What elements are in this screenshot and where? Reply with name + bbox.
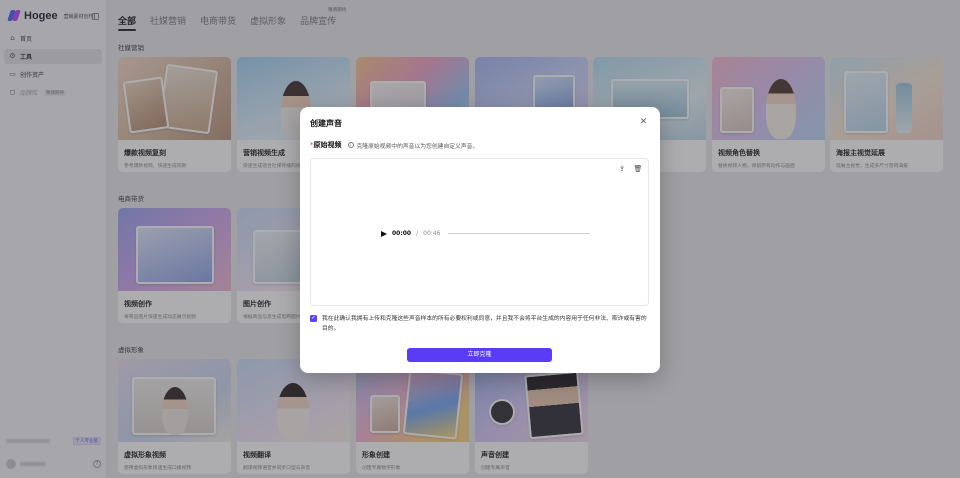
source-video-field: *原始视频 i 克隆原始视频中的声音以为您创建自定义声音。 <box>310 140 478 150</box>
current-time: 00:00 <box>392 230 412 237</box>
dialog-title: 创建声音 <box>310 119 342 128</box>
create-voice-dialog: 创建声音 ✕ *原始视频 i 克隆原始视频中的声音以为您创建自定义声音。 ⇪ 🗑… <box>300 107 660 373</box>
audio-preview: ⇪ 🗑 00:00 / 00:46 <box>310 158 649 306</box>
clone-now-button[interactable]: 立即克隆 <box>407 348 552 362</box>
upload-icon[interactable]: ⇪ <box>617 164 627 174</box>
consent-text: 我在此确认我拥有上传和克隆这些声音样本的所有必要权利或同意，并且我不会将平台生成… <box>322 316 647 332</box>
time-separator: / <box>416 230 419 237</box>
audio-player: 00:00 / 00:46 <box>381 230 591 237</box>
info-icon: i <box>347 142 354 148</box>
audio-tools: ⇪ 🗑 <box>617 164 643 174</box>
hint-text: 克隆原始视频中的声音以为您创建自定义声音。 <box>356 143 479 150</box>
total-time: 00:46 <box>423 230 441 237</box>
field-label: 原始视频 <box>313 141 342 149</box>
trash-icon[interactable]: 🗑 <box>633 164 643 174</box>
field-label-group: *原始视频 <box>310 140 342 150</box>
consent-checkbox[interactable]: ✓ <box>310 315 317 322</box>
play-icon[interactable] <box>381 230 387 237</box>
consent-row: ✓ 我在此确认我拥有上传和克隆这些声音样本的所有必要权利或同意，并且我不会将平台… <box>310 314 650 334</box>
field-hint: i 克隆原始视频中的声音以为您创建自定义声音。 <box>347 141 479 150</box>
seek-bar[interactable] <box>448 233 591 234</box>
close-icon[interactable]: ✕ <box>639 118 648 127</box>
